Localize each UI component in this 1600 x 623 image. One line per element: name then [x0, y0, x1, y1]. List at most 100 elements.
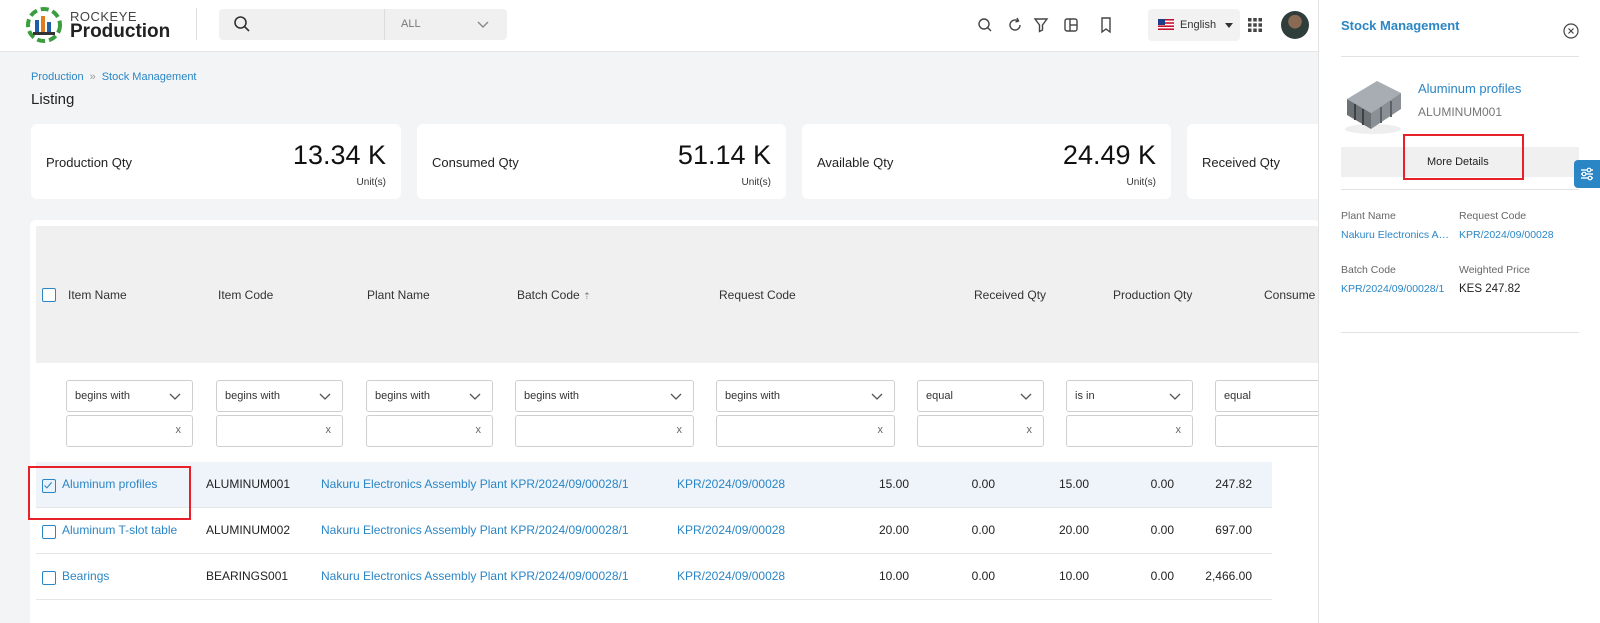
row-checkbox[interactable] [42, 525, 56, 539]
panel-divider [1341, 56, 1579, 57]
search-icon [234, 16, 250, 32]
chevron-down-icon [319, 393, 331, 400]
value-cell: 0.00 [971, 523, 995, 537]
breadcrumb-stock-management[interactable]: Stock Management [102, 71, 197, 83]
request-code-link[interactable]: KPR/2024/09/00028 [1459, 229, 1579, 241]
request-code-link[interactable]: KPR/2024/09/00028 [677, 477, 785, 491]
filter-input-plant-name[interactable]: x [366, 415, 493, 447]
received-qty: 20.00 [878, 523, 909, 537]
value-cell: 0.00 [1150, 569, 1174, 583]
apps-grid-icon[interactable] [1246, 16, 1264, 34]
filter-input-production-qty[interactable]: x [1066, 415, 1193, 447]
clear-filter-icon[interactable]: x [1176, 424, 1182, 436]
clear-filter-icon[interactable]: x [677, 424, 683, 436]
column-header-request-code[interactable]: Request Code [719, 288, 796, 302]
filter-operator-request-code[interactable]: begins with [716, 380, 895, 412]
request-code-link[interactable]: KPR/2024/09/00028 [677, 523, 785, 537]
rockeye-logo-icon [26, 7, 62, 43]
panel-item-name[interactable]: Aluminum profiles [1418, 81, 1521, 96]
select-all-checkbox[interactable] [42, 288, 56, 302]
search-icon[interactable] [976, 16, 994, 34]
item-code: ALUMINUM001 [206, 477, 291, 491]
filter-operator-plant-name[interactable]: begins with [366, 380, 493, 412]
stat-card-production: Production Qty 13.34 K Unit(s) [31, 124, 401, 199]
column-header-received-qty[interactable]: Received Qty [974, 288, 1046, 302]
value-cell: 697.00 [1215, 523, 1252, 537]
bookmark-icon[interactable] [1097, 16, 1115, 34]
table-row[interactable]: Aluminum profiles ALUMINUM001 Nakuru Ele… [36, 462, 1272, 508]
plant-batch-link[interactable]: Nakuru Electronics Assembly Plant KPR/20… [321, 477, 629, 491]
clear-filter-icon[interactable]: x [1027, 424, 1033, 436]
highlight-selected-item [28, 466, 191, 520]
filter-input-consumed-qty[interactable]: x [1215, 415, 1320, 447]
breadcrumb-production[interactable]: Production [31, 71, 84, 83]
value-cell: 2,466.00 [1205, 569, 1252, 583]
column-header-plant-name[interactable]: Plant Name [367, 288, 430, 302]
language-select[interactable]: English [1148, 9, 1240, 41]
table-row[interactable]: Bearings BEARINGS001 Nakuru Electronics … [36, 554, 1272, 600]
plant-batch-link[interactable]: Nakuru Electronics Assembly Plant KPR/20… [321, 523, 629, 537]
item-code: BEARINGS001 [206, 569, 289, 583]
stat-value: 24.49 K [1062, 140, 1156, 170]
clear-filter-icon[interactable]: x [476, 424, 482, 436]
sort-icon[interactable]: ⇡ [583, 291, 591, 301]
plant-name-link[interactable]: Nakuru Electronics Assembly Plant [1341, 229, 1449, 241]
filter-operator-batch-code[interactable]: begins with [515, 380, 694, 412]
filter-input-request-code[interactable]: x [716, 415, 895, 447]
column-header-item-code[interactable]: Item Code [218, 288, 273, 302]
filter-operator-label: begins with [375, 390, 431, 402]
column-header-production-qty[interactable]: Production Qty [1113, 288, 1192, 302]
request-code-link[interactable]: KPR/2024/09/00028 [677, 569, 785, 583]
filter-operator-consumed-qty[interactable]: equal [1215, 380, 1320, 412]
filter-input-item-code[interactable]: x [216, 415, 343, 447]
filter-operator-item-code[interactable]: begins with [216, 380, 343, 412]
batch-code-link[interactable]: KPR/2024/09/00028/1 [1341, 283, 1449, 295]
chevron-down-icon[interactable] [476, 18, 490, 32]
filter-icon[interactable] [1032, 16, 1050, 34]
header-divider [196, 8, 197, 40]
stat-label: Received Qty [1202, 155, 1281, 170]
brand-main: Production [70, 21, 171, 42]
panel-title: Stock Management [1341, 18, 1460, 33]
production-qty: 15.00 [1058, 477, 1089, 491]
filter-operator-label: equal [926, 390, 953, 402]
filter-operator-label: begins with [725, 390, 781, 402]
user-avatar[interactable] [1281, 11, 1309, 39]
row-checkbox[interactable] [42, 571, 56, 585]
refresh-icon[interactable] [1006, 16, 1024, 34]
stat-label: Consumed Qty [432, 155, 519, 170]
clear-filter-icon[interactable]: x [326, 424, 332, 436]
column-header-item-name[interactable]: Item Name [68, 288, 127, 302]
filter-operator-label: equal [1224, 390, 1251, 402]
search-scope-select[interactable]: ALL [401, 18, 421, 30]
filter-operator-item-name[interactable]: begins with [66, 380, 193, 412]
filter-operator-production-qty[interactable]: is in [1066, 380, 1193, 412]
aluminum-profile-thumbnail [1345, 81, 1401, 134]
filter-input-received-qty[interactable]: x [917, 415, 1044, 447]
table-row[interactable]: Aluminum T-slot table ALUMINUM002 Nakuru… [36, 508, 1272, 554]
chevron-down-icon [469, 393, 481, 400]
column-header-batch-code[interactable]: Batch Code ⇡ [517, 288, 591, 302]
item-name-link[interactable]: Aluminum T-slot table [62, 523, 177, 537]
received-qty: 10.00 [878, 569, 909, 583]
filter-operator-label: begins with [225, 390, 281, 402]
filter-operator-received-qty[interactable]: equal [917, 380, 1044, 412]
search-divider [384, 9, 385, 40]
column-header-consumed-qty[interactable]: Consume [1264, 288, 1315, 302]
clear-filter-icon[interactable]: x [176, 424, 182, 436]
stock-grid: Item Name Item Code Plant Name Batch Cod… [30, 220, 1320, 623]
panel-divider [1341, 189, 1579, 190]
plant-batch-link[interactable]: Nakuru Electronics Assembly Plant KPR/20… [321, 569, 629, 583]
item-name-link[interactable]: Bearings [62, 569, 109, 583]
language-label: English [1180, 19, 1217, 31]
layout-icon[interactable] [1062, 16, 1080, 34]
global-search[interactable]: ALL [219, 9, 507, 40]
filter-input-item-name[interactable]: x [66, 415, 193, 447]
close-icon[interactable] [1563, 23, 1579, 39]
clear-filter-icon[interactable]: x [878, 424, 884, 436]
us-flag-icon [1158, 19, 1174, 30]
settings-side-tab[interactable] [1574, 160, 1600, 188]
filter-input-batch-code[interactable]: x [515, 415, 694, 447]
stat-unit: Unit(s) [741, 177, 771, 188]
chevron-down-icon [871, 393, 883, 400]
